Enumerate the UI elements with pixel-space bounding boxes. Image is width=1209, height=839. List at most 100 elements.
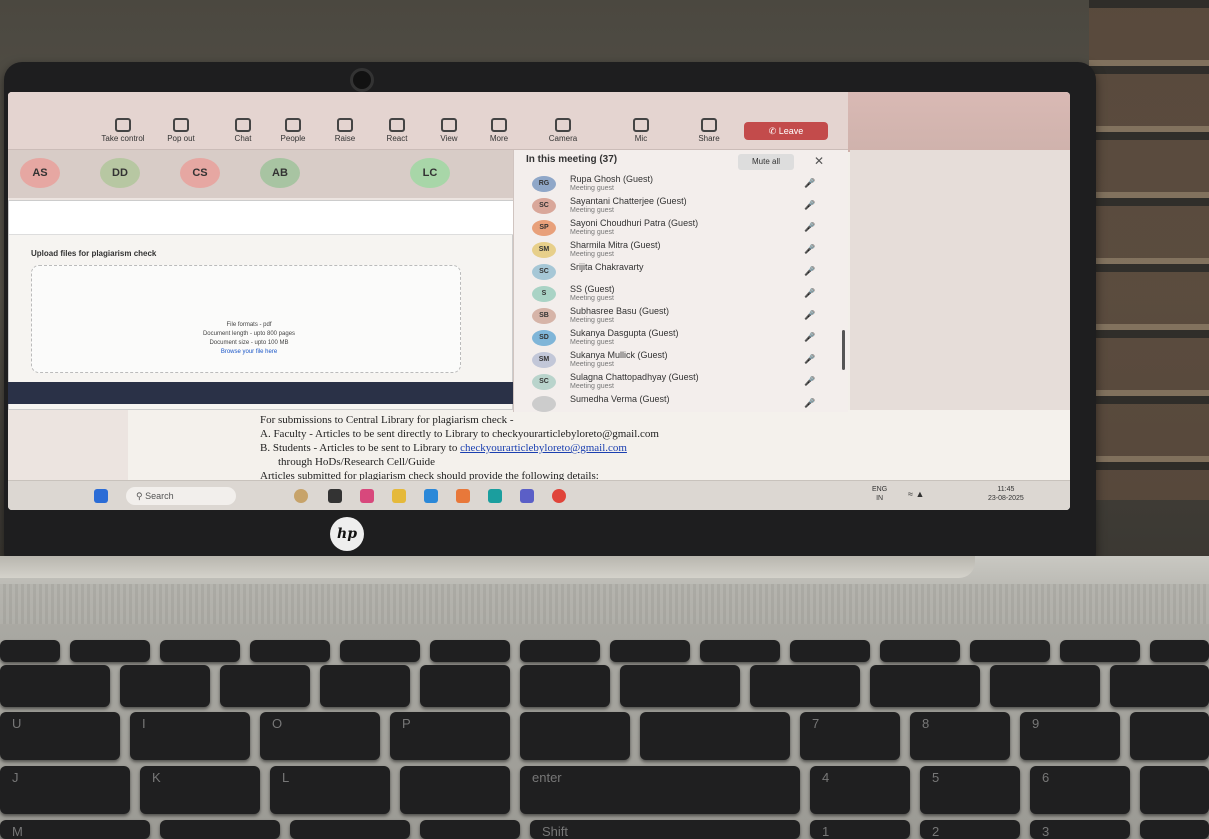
keyboard-key[interactable] [700, 640, 780, 662]
keyboard-key[interactable]: J [0, 766, 130, 814]
list-item[interactable]: SM Sukanya Mullick (Guest) Meeting guest 🎤 [532, 350, 832, 372]
copilot-icon[interactable] [360, 489, 374, 503]
keyboard-key[interactable]: 5 [920, 766, 1020, 814]
keyboard-key[interactable]: 6 [1030, 766, 1130, 814]
list-item[interactable]: SM Sharmila Mitra (Guest) Meeting guest 🎤 [532, 240, 832, 262]
keyboard-key[interactable] [420, 820, 520, 839]
keyboard-key[interactable] [290, 820, 410, 839]
keyboard-key[interactable]: O [260, 712, 380, 760]
keyboard-key[interactable] [340, 640, 420, 662]
keyboard-key[interactable]: I [130, 712, 250, 760]
avatar[interactable]: DD [100, 158, 140, 188]
avatar[interactable]: LC [410, 158, 450, 188]
keyboard-key[interactable] [320, 665, 410, 707]
keyboard-key[interactable] [120, 665, 210, 707]
keyboard-key[interactable]: P [390, 712, 510, 760]
keyboard-key[interactable]: M [0, 820, 150, 839]
chrome-icon[interactable] [552, 489, 566, 503]
pop-out-button[interactable]: Pop out [156, 118, 206, 143]
keyboard-key[interactable] [0, 665, 110, 707]
keyboard-key[interactable] [520, 640, 600, 662]
keyboard-key[interactable]: 4 [810, 766, 910, 814]
keyboard-key[interactable]: 9 [1020, 712, 1120, 760]
keyboard-key[interactable]: L [270, 766, 390, 814]
list-item[interactable]: Sumedha Verma (Guest) 🎤 [532, 394, 832, 416]
keyboard-key[interactable]: 2 [920, 820, 1020, 839]
keyboard-key[interactable]: Shift [530, 820, 800, 839]
keyboard-key[interactable] [0, 640, 60, 662]
camera-button[interactable]: Camera [538, 118, 588, 143]
keyboard-key[interactable] [620, 665, 740, 707]
scrollbar[interactable] [842, 330, 845, 370]
list-item[interactable]: SC Sayantani Chatterjee (Guest) Meeting gu… [532, 196, 832, 218]
mic-button[interactable]: Mic [616, 118, 666, 143]
teams-icon[interactable] [520, 489, 534, 503]
keyboard-key[interactable] [1140, 820, 1209, 839]
react-button[interactable]: React [372, 118, 422, 143]
list-item[interactable]: SP Sayoni Choudhuri Patra (Guest) Meeting … [532, 218, 832, 240]
clock[interactable]: 11:45 23-08-2025 [988, 485, 1024, 503]
keyboard-key[interactable]: 7 [800, 712, 900, 760]
mute-all-button[interactable]: Mute all [738, 154, 794, 170]
keyboard-key[interactable] [160, 820, 280, 839]
wifi-icon[interactable]: ≈ ▲ [908, 490, 924, 499]
keyboard-key[interactable] [220, 665, 310, 707]
windows-start-icon[interactable] [94, 489, 108, 503]
keyboard-key[interactable] [610, 640, 690, 662]
list-item[interactable]: SC Sulagna Chattopadhyay (Guest) Meeting g… [532, 372, 832, 394]
keyboard-key[interactable]: enter [520, 766, 800, 814]
avatar[interactable]: AS [20, 158, 60, 188]
take-control-button[interactable]: Take control [98, 118, 148, 143]
keyboard-key[interactable]: 3 [1030, 820, 1130, 839]
view-button[interactable]: View [424, 118, 474, 143]
keyboard-key[interactable]: 8 [910, 712, 1010, 760]
keyboard-key[interactable]: U [0, 712, 120, 760]
avatar: SC [532, 264, 556, 280]
chat-button[interactable]: Chat [218, 118, 268, 143]
keyboard-key[interactable] [1060, 640, 1140, 662]
raise-button[interactable]: Raise [320, 118, 370, 143]
avatar[interactable]: AB [260, 158, 300, 188]
keyboard-key[interactable] [70, 640, 150, 662]
more-button[interactable]: More [474, 118, 524, 143]
keyboard-key[interactable] [400, 766, 510, 814]
list-item[interactable]: SD Sukanya Dasgupta (Guest) Meeting guest 🎤 [532, 328, 832, 350]
email-link[interactable]: checkyourarticlebyloreto@gmail.com [460, 442, 627, 454]
keyboard-key[interactable]: 1 [810, 820, 910, 839]
keyboard-key[interactable] [750, 665, 860, 707]
search-input[interactable]: ⚲ Search [126, 487, 236, 505]
keyboard-key[interactable] [970, 640, 1050, 662]
keyboard-key[interactable] [430, 640, 510, 662]
leave-button[interactable]: ✆ Leave [744, 122, 828, 140]
keyboard-key[interactable] [250, 640, 330, 662]
file-explorer-icon[interactable] [392, 489, 406, 503]
share-button[interactable]: Share [684, 118, 734, 143]
list-item[interactable]: S SS (Guest) Meeting guest 🎤 [532, 284, 832, 306]
widget-icon[interactable] [294, 489, 308, 503]
keyboard-key[interactable] [1130, 712, 1209, 760]
list-item[interactable]: SB Subhasree Basu (Guest) Meeting guest 🎤 [532, 306, 832, 328]
edge-icon[interactable] [488, 489, 502, 503]
task-view-icon[interactable] [328, 489, 342, 503]
store-icon[interactable] [424, 489, 438, 503]
people-button[interactable]: People [268, 118, 318, 143]
keyboard-key[interactable] [870, 665, 980, 707]
keyboard-key[interactable] [160, 640, 240, 662]
close-icon[interactable]: ✕ [814, 154, 824, 168]
keyboard-key[interactable] [520, 665, 610, 707]
list-item[interactable]: SC Srijita Chakravarty 🎤 [532, 262, 832, 284]
avatar[interactable]: CS [180, 158, 220, 188]
keyboard-key[interactable] [880, 640, 960, 662]
keyboard-key[interactable] [1140, 766, 1209, 814]
keyboard-key[interactable] [1150, 640, 1209, 662]
keyboard-key[interactable] [790, 640, 870, 662]
list-item[interactable]: RG Rupa Ghosh (Guest) Meeting guest 🎤 [532, 174, 832, 196]
keyboard-key[interactable] [640, 712, 790, 760]
keyboard-key[interactable] [520, 712, 630, 760]
language-indicator[interactable]: ENG IN [872, 485, 887, 503]
app-icon[interactable] [456, 489, 470, 503]
keyboard-key[interactable]: K [140, 766, 260, 814]
keyboard-key[interactable] [1110, 665, 1209, 707]
keyboard-key[interactable] [990, 665, 1100, 707]
keyboard-key[interactable] [420, 665, 510, 707]
